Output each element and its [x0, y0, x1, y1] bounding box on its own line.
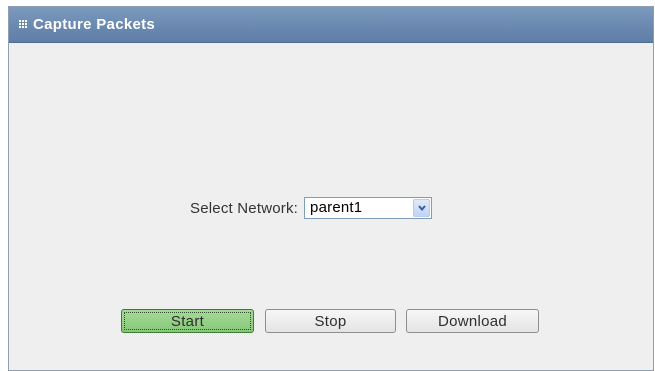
download-button-label: Download	[437, 312, 508, 330]
panel-header: Capture Packets	[9, 7, 653, 43]
network-select-value: parent1	[310, 199, 363, 216]
start-button[interactable]: Start	[121, 309, 254, 333]
start-button-label: Start	[170, 312, 205, 330]
select-network-label: Select Network:	[190, 199, 299, 217]
stop-button[interactable]: Stop	[265, 309, 396, 333]
network-select[interactable]: parent1	[304, 197, 433, 219]
chevron-down-icon	[418, 205, 426, 212]
network-row: Select Network: parent1	[190, 196, 433, 220]
dropdown-button[interactable]	[413, 199, 431, 217]
stop-button-label: Stop	[314, 312, 347, 330]
panel-title: Capture Packets	[33, 16, 156, 33]
download-button[interactable]: Download	[406, 309, 539, 333]
grip-icon	[19, 20, 27, 28]
